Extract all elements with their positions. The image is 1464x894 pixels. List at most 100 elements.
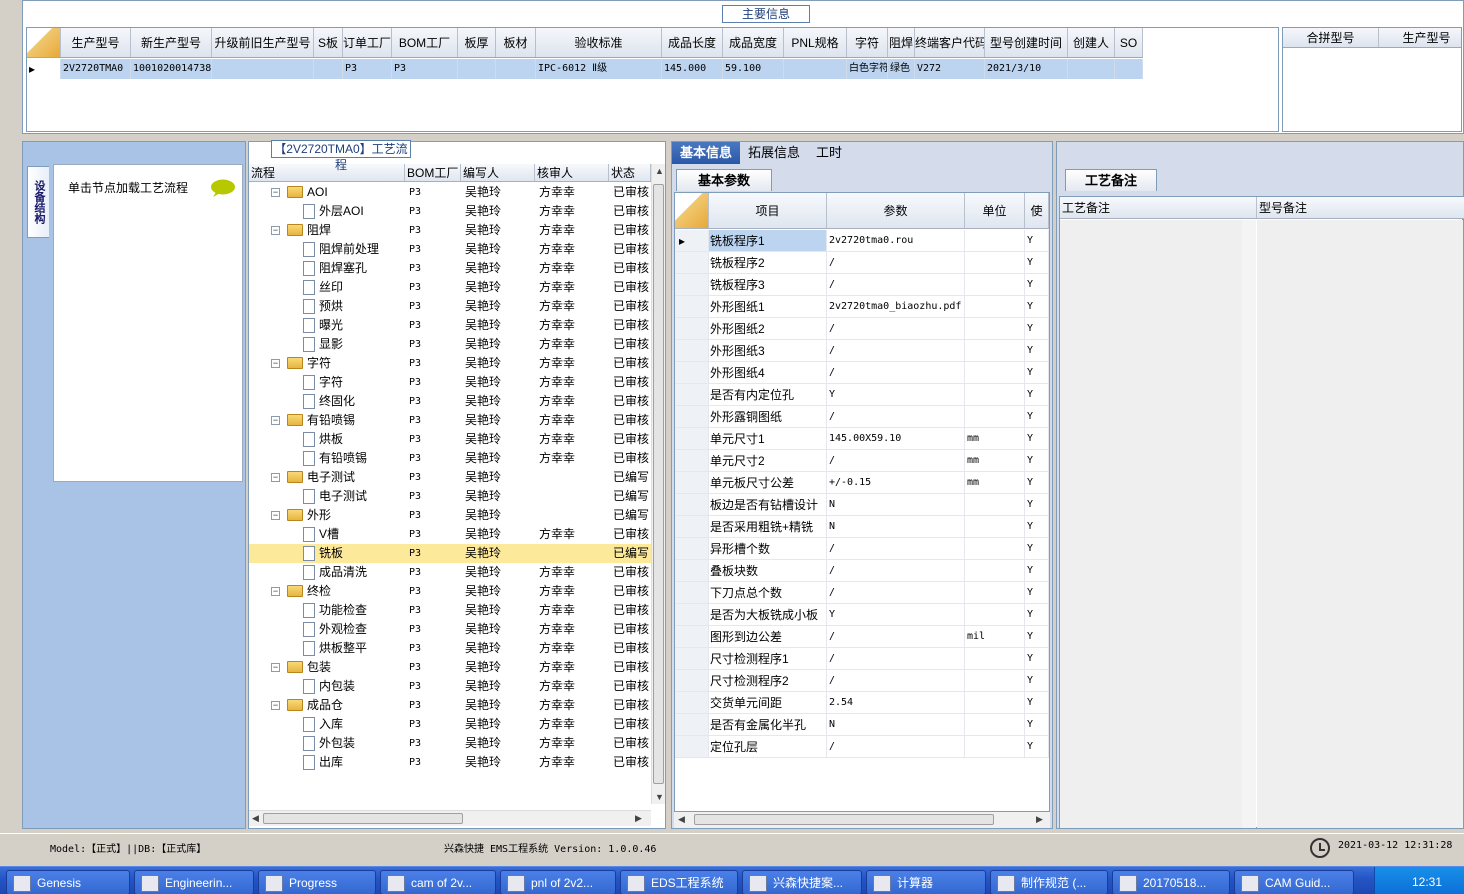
param-use[interactable]: Y [1025, 384, 1049, 405]
taskbar-item[interactable]: cam of 2v... [380, 870, 496, 894]
collapse-toggle-icon[interactable]: − [271, 473, 280, 482]
main-col-header[interactable]: 生产型号 [61, 28, 131, 57]
param-value[interactable]: / [827, 538, 965, 559]
main-cell[interactable]: P3 [392, 59, 458, 79]
collapse-toggle-icon[interactable]: − [271, 188, 280, 197]
main-col-header[interactable]: 成品宽度 [723, 28, 784, 57]
param-use[interactable]: Y [1025, 450, 1049, 471]
main-cell[interactable] [784, 59, 847, 79]
tab-basic-params[interactable]: 基本参数 [676, 169, 772, 191]
param-use[interactable]: Y [1025, 626, 1049, 647]
tree-node[interactable]: 外观检查 [249, 620, 405, 639]
tree-row-group[interactable]: − 字符 P3 吴艳玲 方幸幸 已审核 [249, 354, 651, 373]
param-row[interactable]: 图形到边公差 / mil Y [675, 626, 1049, 648]
tree-node[interactable]: 内包装 [249, 677, 405, 696]
param-use[interactable]: Y [1025, 604, 1049, 625]
tree-row-step[interactable]: 外观检查 P3 吴艳玲 方幸幸 已审核 [249, 620, 651, 639]
param-value[interactable]: N [827, 714, 965, 735]
param-value[interactable]: / [827, 648, 965, 669]
tab-basic-info[interactable]: 基本信息 [672, 142, 741, 164]
tree-node[interactable]: 出库 [249, 753, 405, 772]
param-value[interactable]: / [827, 582, 965, 603]
tree-node[interactable]: 预烘 [249, 297, 405, 316]
tree-row-step[interactable]: 阻焊前处理 P3 吴艳玲 方幸幸 已审核 [249, 240, 651, 259]
main-col-header[interactable]: 型号创建时间 [985, 28, 1068, 57]
params-scroll-left-icon[interactable]: ◀ [678, 814, 685, 825]
param-row[interactable]: 尺寸检测程序2/ Y [675, 670, 1049, 692]
main-col-header[interactable]: BOM工厂 [392, 28, 458, 57]
param-row[interactable]: 是否采用粗铣+精铣 N Y [675, 516, 1049, 538]
tree-row-step[interactable]: 显影 P3 吴艳玲 方幸幸 已审核 [249, 335, 651, 354]
tree-row-step[interactable]: V槽 P3 吴艳玲 方幸幸 已审核 [249, 525, 651, 544]
tree-node[interactable]: 有铅喷锡 [249, 449, 405, 468]
taskbar-item[interactable]: 计算器 [866, 870, 986, 894]
collapse-toggle-icon[interactable]: − [271, 416, 280, 425]
tree-row-step[interactable]: 功能检查 P3 吴艳玲 方幸幸 已审核 [249, 601, 651, 620]
param-value[interactable]: +/-0.15 [827, 472, 965, 493]
taskbar-item[interactable]: Genesis [6, 870, 130, 894]
tree-row-step[interactable]: 烘板 P3 吴艳玲 方幸幸 已审核 [249, 430, 651, 449]
tree-row-step[interactable]: 外层AOI P3 吴艳玲 方幸幸 已审核 [249, 202, 651, 221]
tree-row-step[interactable]: 烘板整平 P3 吴艳玲 方幸幸 已审核 [249, 639, 651, 658]
tree-row-group[interactable]: − 包装 P3 吴艳玲 方幸幸 已审核 [249, 658, 651, 677]
param-row[interactable]: 是否有内定位孔 Y Y [675, 384, 1049, 406]
param-value[interactable]: / [827, 406, 965, 427]
basic-params-grid[interactable]: 项目 参数 单位使 ▸ 铣板程序1 2v2720tma0.rou Y 铣板程序2/Y 铣板程序… [674, 192, 1050, 812]
param-value[interactable]: 145.00X59.10 [827, 428, 965, 449]
merge-col-header[interactable]: 生产型号 [1379, 28, 1461, 47]
param-use[interactable]: Y [1025, 274, 1049, 295]
main-cell[interactable]: 10010200147381 [131, 59, 212, 79]
tree-node[interactable]: 字符 [249, 373, 405, 392]
param-col-header[interactable]: 项目 [709, 193, 827, 228]
param-use[interactable]: Y [1025, 318, 1049, 339]
scroll-left-arrow-icon[interactable]: ◀ [252, 813, 259, 824]
param-row[interactable]: 异形槽个数 / Y [675, 538, 1049, 560]
tree-node[interactable]: − 外形 [249, 506, 405, 525]
param-use[interactable]: Y [1025, 516, 1049, 537]
param-use[interactable]: Y [1025, 472, 1049, 493]
param-row[interactable]: 外形图纸3/ Y [675, 340, 1049, 362]
param-row[interactable]: 尺寸检测程序1/ Y [675, 648, 1049, 670]
tree-node[interactable]: 烘板整平 [249, 639, 405, 658]
param-row[interactable]: 下刀点总个数 / Y [675, 582, 1049, 604]
main-col-header[interactable]: 板厚 [458, 28, 496, 57]
collapse-toggle-icon[interactable]: − [271, 587, 280, 596]
param-value[interactable]: / [827, 252, 965, 273]
param-use[interactable]: Y [1025, 582, 1049, 603]
tree-col-header[interactable]: BOM工厂 [405, 164, 461, 181]
taskbar-item[interactable]: EDS工程系统 [620, 870, 738, 894]
main-cell[interactable] [1068, 59, 1115, 79]
main-cell[interactable]: V272 [915, 59, 985, 79]
params-scroll-right-icon[interactable]: ▶ [1036, 814, 1043, 825]
param-use[interactable]: Y [1025, 252, 1049, 273]
param-use[interactable]: Y [1025, 362, 1049, 383]
param-value[interactable]: Y [827, 604, 965, 625]
tree-node[interactable]: − 有铅喷锡 [249, 411, 405, 430]
tree-node[interactable]: 丝印 [249, 278, 405, 297]
param-row[interactable]: 板边是否有钻槽设计 N Y [675, 494, 1049, 516]
main-cell[interactable] [458, 59, 496, 79]
merge-col-header[interactable]: 合拼型号 [1283, 28, 1379, 47]
tree-row-step[interactable]: 丝印 P3 吴艳玲 方幸幸 已审核 [249, 278, 651, 297]
tree-node[interactable]: 功能检查 [249, 601, 405, 620]
taskbar-item[interactable]: pnl of 2v2... [500, 870, 616, 894]
tree-row-step[interactable]: 阻焊塞孔 P3 吴艳玲 方幸幸 已审核 [249, 259, 651, 278]
param-value[interactable]: Y [827, 384, 965, 405]
main-info-grid[interactable]: 生产型号 新生产型号 升级前旧生产型号 S板 订单工厂 BOM工厂 板厚 板材 验收标准 成品长度… [26, 27, 1279, 132]
param-use[interactable]: Y [1025, 648, 1049, 669]
tree-node[interactable]: 终固化 [249, 392, 405, 411]
main-col-header[interactable]: 字符 [847, 28, 888, 57]
load-hint-box[interactable]: 单击节点加载工艺流程 [53, 164, 243, 482]
param-value[interactable]: / [827, 318, 965, 339]
param-value[interactable]: 2v2720tma0_biaozhu.pdf [827, 296, 965, 317]
tree-vertical-scrollbar[interactable]: ▲ ▼ [651, 164, 665, 804]
main-col-header[interactable]: 阻焊 [888, 28, 915, 57]
param-value[interactable]: 2.54 [827, 692, 965, 713]
main-cell[interactable]: 2V2720TMA0 [61, 59, 131, 79]
param-row[interactable]: 是否有金属化半孔 N Y [675, 714, 1049, 736]
tab-extended-info[interactable]: 拓展信息 [740, 142, 808, 164]
param-value[interactable]: / [827, 560, 965, 581]
tab-work-hours[interactable]: 工时 [808, 142, 850, 164]
main-col-header[interactable]: 升级前旧生产型号 [212, 28, 314, 57]
param-value[interactable]: / [827, 450, 965, 471]
